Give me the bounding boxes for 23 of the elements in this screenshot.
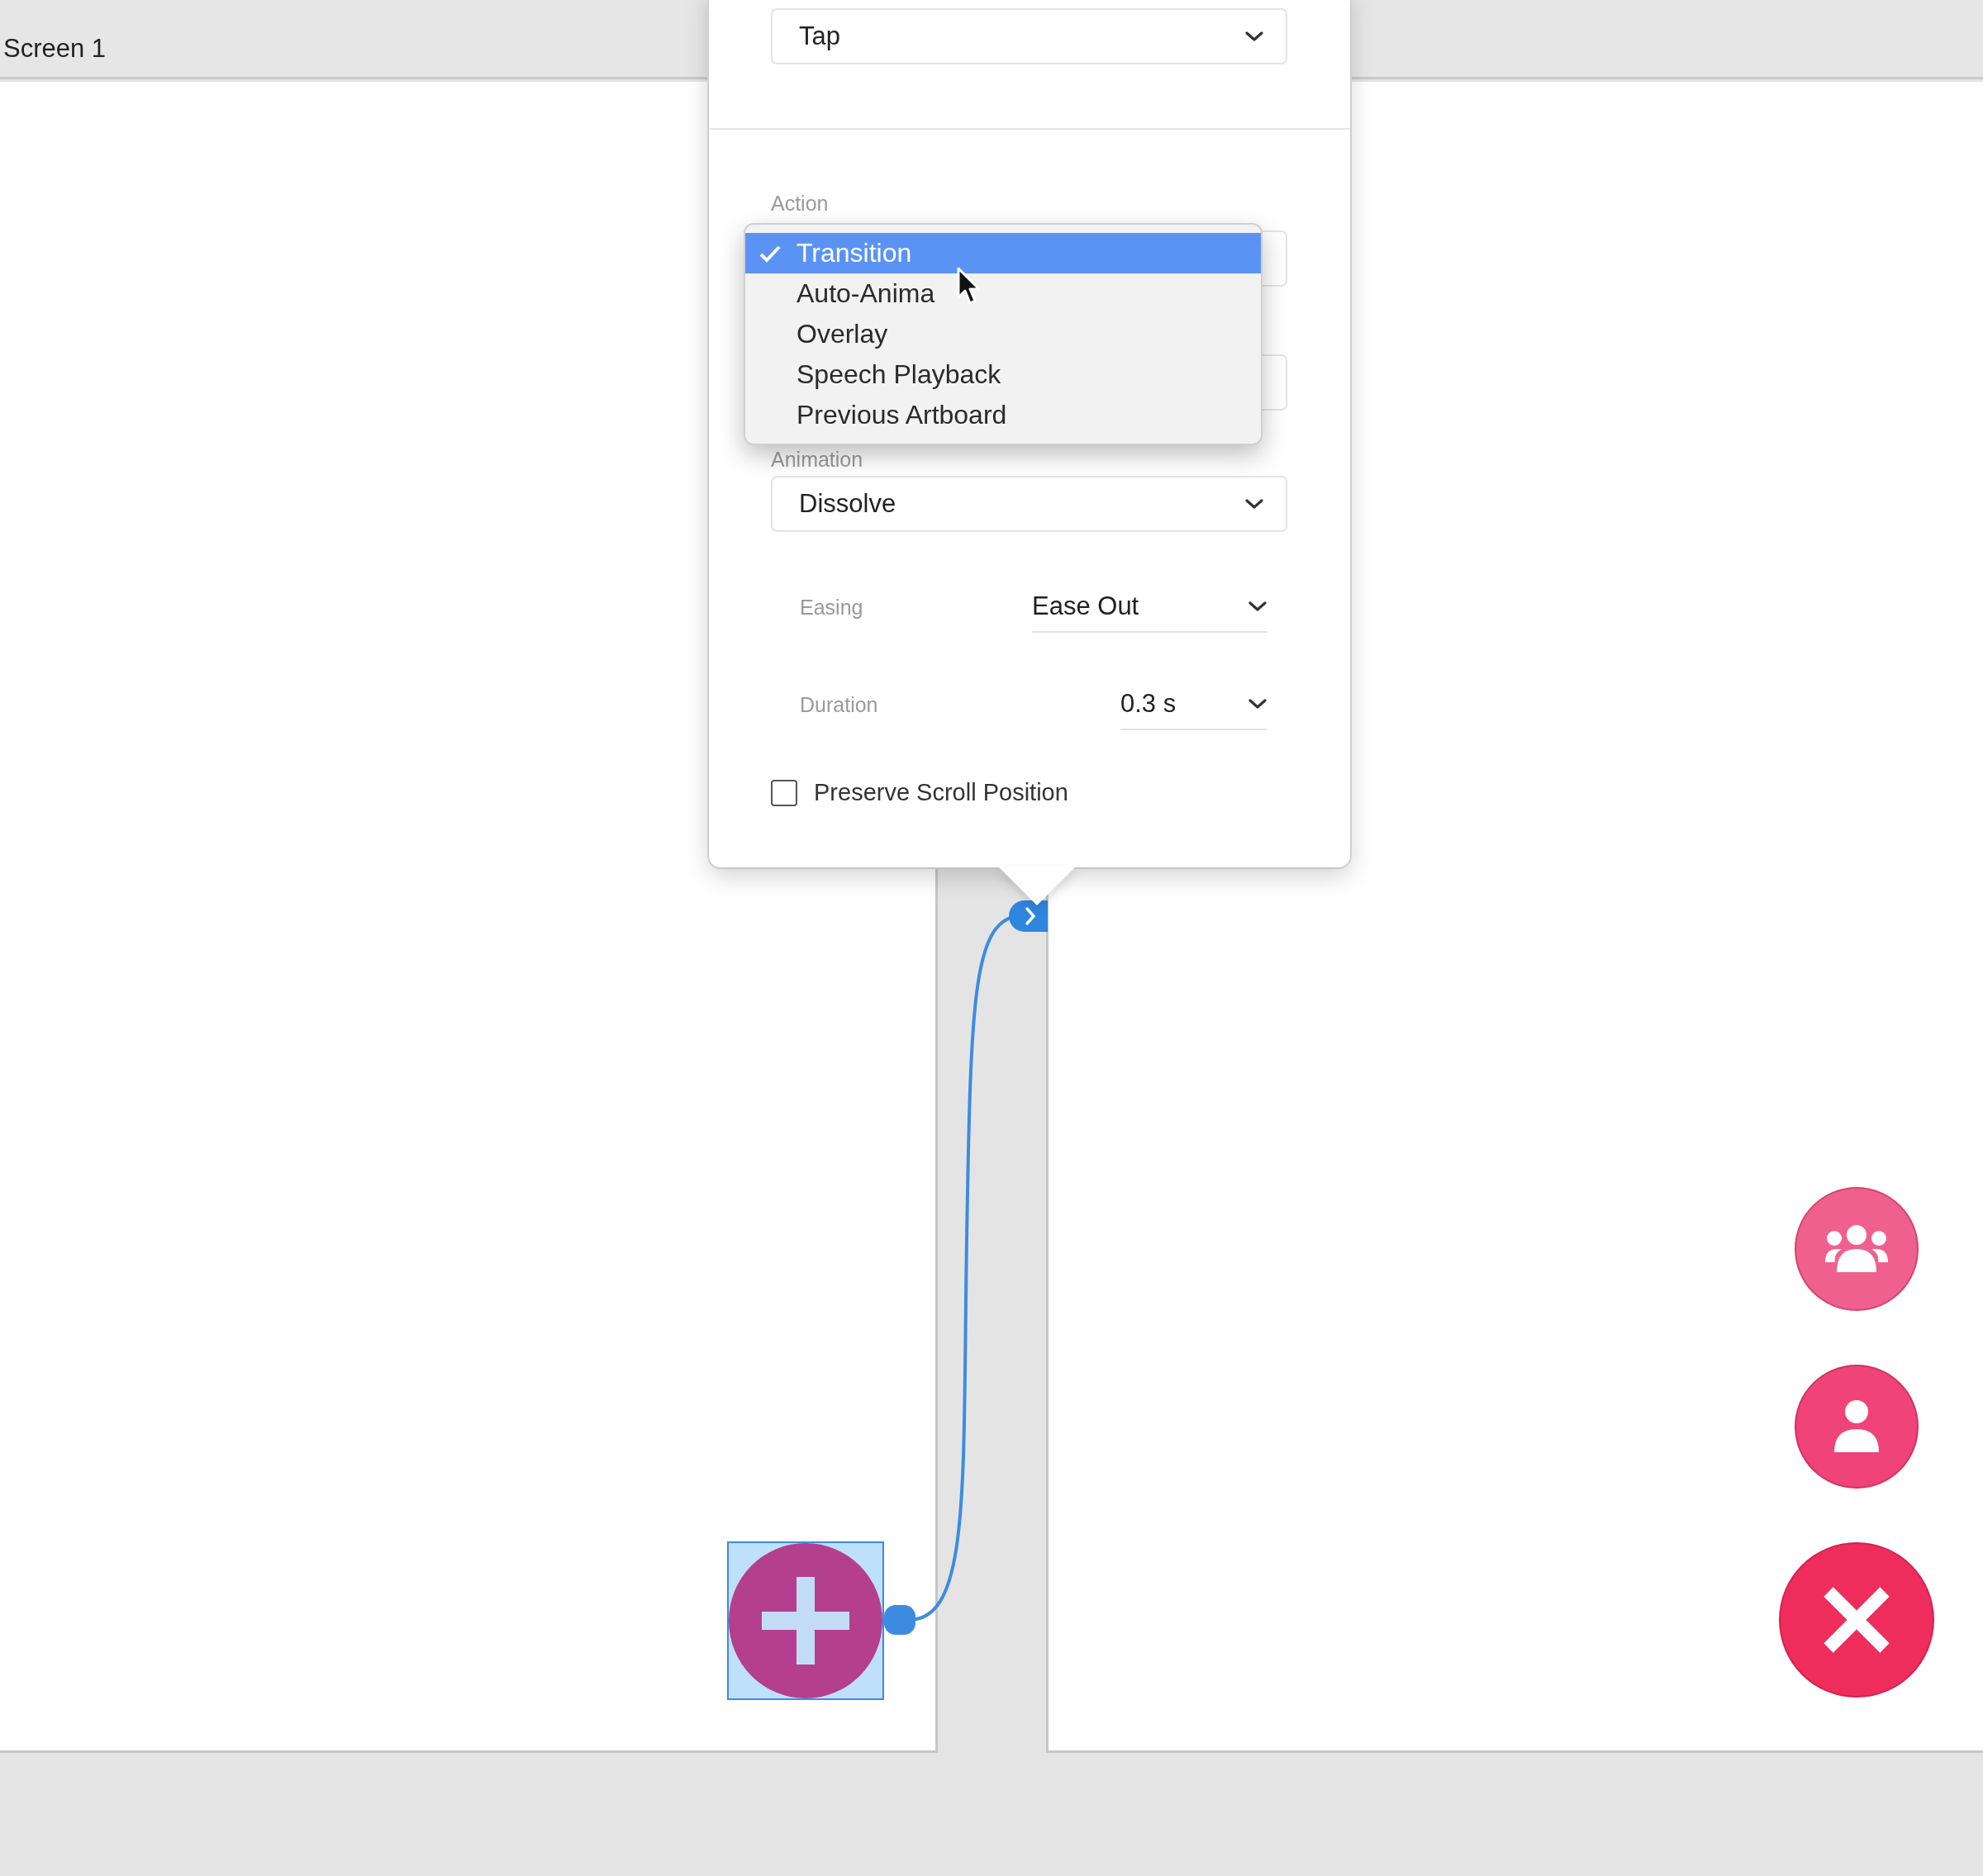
checkbox-label: Preserve Scroll Position [814,779,1068,806]
chevron-down-icon [1244,497,1264,511]
checkbox[interactable] [771,779,797,806]
animation-label: Animation [771,448,864,472]
close-icon [1822,1585,1891,1655]
checkmark-icon [759,244,781,263]
dropdown-field[interactable]: Ease Out [1032,582,1267,633]
duration-label: Duration [800,692,878,717]
easing-label: Easing [800,595,863,620]
menu-item[interactable]: Overlay [745,314,1261,354]
chevron-down-icon [1244,30,1264,43]
plus-icon [762,1577,849,1665]
menu-item[interactable]: Previous Artboard [745,395,1261,435]
menu-item[interactable]: Auto-Anima [745,273,1261,314]
action-label: Action [771,192,830,216]
dropdown-field[interactable]: Tap [771,8,1287,64]
menu-item[interactable]: Speech Playback [745,354,1261,395]
artboard-title: Screen 1 [3,34,107,64]
chevron-down-icon [1248,600,1267,613]
dropdown-field[interactable]: Dissolve [771,476,1287,532]
person-icon [1833,1399,1881,1454]
chevron-down-icon [1248,697,1267,710]
dropdown-field[interactable]: 0.3 s [1120,679,1267,730]
